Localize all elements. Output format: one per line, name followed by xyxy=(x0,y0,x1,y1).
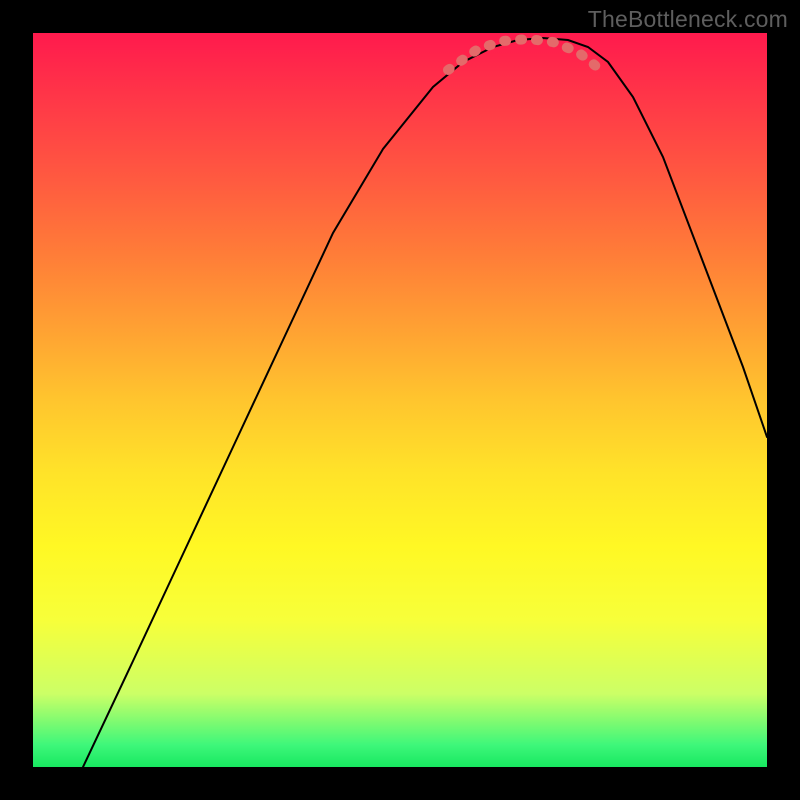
chart-frame: TheBottleneck.com xyxy=(0,0,800,800)
bottleneck-curve xyxy=(83,38,767,767)
chart-svg xyxy=(33,33,767,767)
plot-area xyxy=(33,33,767,767)
watermark-text: TheBottleneck.com xyxy=(588,6,788,33)
